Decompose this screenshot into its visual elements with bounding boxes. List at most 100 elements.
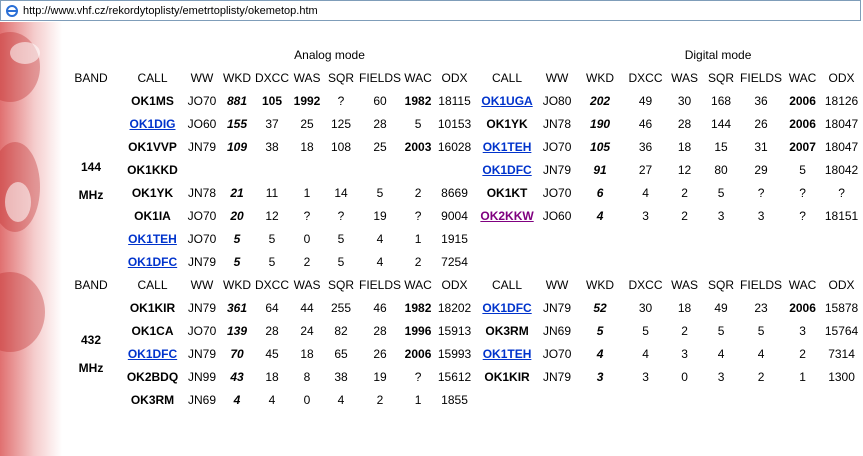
value-cell: ? (403, 205, 434, 226)
callsign-link[interactable]: OK1TEH (483, 347, 532, 361)
value-cell: 36 (626, 136, 666, 157)
value-cell: 18 (291, 136, 324, 157)
table-row: OK1DIG JO60 155 37 25 125 28 5 10153 OK1YK JN78 190… (62, 113, 861, 134)
table-row: OK1IA JO70 20 12?? 19? 9004 OK2KKW JO60 4 3 2 3 3? 18… (62, 205, 861, 226)
value-cell: 18047 (823, 113, 861, 134)
digital-col-header: WW (540, 67, 575, 88)
value-cell: 0 (667, 366, 703, 387)
value-cell: 28 (255, 320, 290, 341)
value-cell: 18202 (435, 297, 475, 318)
value-cell: 4 (740, 343, 783, 364)
value-cell: 30 (626, 297, 666, 318)
value-cell: 44 (291, 297, 324, 318)
value-cell: 31 (740, 136, 783, 157)
value-cell: 18 (291, 343, 324, 364)
digital-col-header: ODX (823, 67, 861, 88)
value-cell: 29 (740, 159, 783, 180)
callsign-link[interactable]: OK1DFC (128, 255, 177, 269)
ie-page-icon (5, 4, 19, 18)
value-cell: 108 (325, 136, 358, 157)
value-cell: 65 (325, 343, 358, 364)
value-cell: 23 (740, 297, 783, 318)
analog-col-header: FIELDS (359, 274, 402, 295)
value-cell: 2 (667, 182, 703, 203)
callsign-link[interactable]: OK1TEH (483, 140, 532, 154)
wkd-cell: 3 (576, 366, 625, 387)
value-cell: JN79 (185, 343, 219, 364)
value-cell: ? (291, 205, 324, 226)
value-cell: 38 (325, 366, 358, 387)
table-row: OK1DFC JN79 70 45 18 65 26 2006 15993 OK1TEH JO70 4… (62, 343, 861, 364)
value-cell: 14 (325, 182, 358, 203)
value-cell: 2003 (403, 136, 434, 157)
value-cell: 0 (291, 228, 324, 249)
value-cell: 105 (255, 90, 290, 111)
value-cell: JN79 (185, 297, 219, 318)
wkd-cell: 105 (576, 136, 625, 157)
call-cell: OK1UGA (476, 90, 539, 111)
callsign-link[interactable]: OK1UGA (481, 94, 532, 108)
callsign-link[interactable]: OK2KKW (480, 209, 533, 223)
value-cell: 125 (325, 113, 358, 134)
value-cell: ? (325, 90, 358, 111)
value-cell: 8669 (435, 182, 475, 203)
digital-col-header: WAC (784, 274, 822, 295)
value-cell: 1 (403, 389, 434, 410)
value-cell: 28 (667, 113, 703, 134)
callsign-link[interactable]: OK1DFC (482, 163, 531, 177)
callsign-link[interactable]: OK1DFC (128, 347, 177, 361)
analog-col-header: DXCC (255, 274, 290, 295)
value-cell: ? (403, 366, 434, 387)
address-url[interactable]: http://www.vhf.cz/rekordytoplisty/emetrt… (23, 5, 318, 17)
wkd-cell: 190 (576, 113, 625, 134)
value-cell: 15878 (823, 297, 861, 318)
value-cell: 12 (255, 205, 290, 226)
value-cell: 1996 (403, 320, 434, 341)
band-unit: MHz (78, 360, 104, 375)
callsign-link[interactable]: OK1TEH (128, 232, 177, 246)
value-cell: ? (823, 182, 861, 203)
value-cell: 2 (403, 182, 434, 203)
value-cell: 49 (704, 297, 739, 318)
value-cell: 82 (325, 320, 358, 341)
value-cell: 4 (359, 228, 402, 249)
background-decoration (0, 22, 62, 456)
wkd-cell: 52 (576, 297, 625, 318)
value-cell: 4 (704, 343, 739, 364)
table-row: 144 MHz OK1MS JO70 881 105 1992? 60 1982 18115 OK1… (62, 90, 861, 272)
wkd-cell: 21 (221, 182, 253, 203)
table-row: OK2BDQ JN99 43 18 8 38 19? 15612 OK1KIR JN79 3 3 0 3 2… (62, 366, 861, 387)
callsign-link[interactable]: OK1DIG (129, 117, 175, 131)
analog-col-header: WKD (221, 274, 253, 295)
call-cell: OK1TEH (122, 228, 183, 249)
analog-col-header: SQR (325, 67, 358, 88)
value-cell: 2 (667, 320, 703, 341)
call-cell: OK1TEH (476, 136, 539, 157)
value-cell: 15993 (435, 343, 475, 364)
value-cell: 2006 (784, 297, 822, 318)
value-cell: 18 (667, 297, 703, 318)
value-cell: 18042 (823, 159, 861, 180)
value-cell: 2 (359, 389, 402, 410)
digital-col-header: WAC (784, 67, 822, 88)
value-cell: 30 (667, 90, 703, 111)
value-cell: 2 (784, 343, 822, 364)
digital-col-header: FIELDS (740, 67, 783, 88)
wkd-cell: 881 (221, 90, 253, 111)
band-header: BAND (62, 67, 120, 88)
value-cell: 7254 (435, 251, 475, 272)
value-cell: JN79 (540, 159, 575, 180)
callsign-link[interactable]: OK1DFC (482, 301, 531, 315)
call-cell: OK1VVP (122, 136, 183, 157)
call-cell: OK2KKW (476, 205, 539, 226)
value-cell: 3 (784, 320, 822, 341)
address-bar[interactable]: http://www.vhf.cz/rekordytoplisty/emetrt… (0, 0, 861, 21)
wkd-cell: 109 (221, 136, 253, 157)
call-cell: OK1YK (122, 182, 183, 203)
value-cell: JO70 (185, 90, 219, 111)
call-cell: OK1DFC (122, 343, 183, 364)
value-cell: 26 (359, 343, 402, 364)
digital-col-header: SQR (704, 274, 739, 295)
value-cell: JO70 (540, 136, 575, 157)
value-cell: 5 (403, 113, 434, 134)
